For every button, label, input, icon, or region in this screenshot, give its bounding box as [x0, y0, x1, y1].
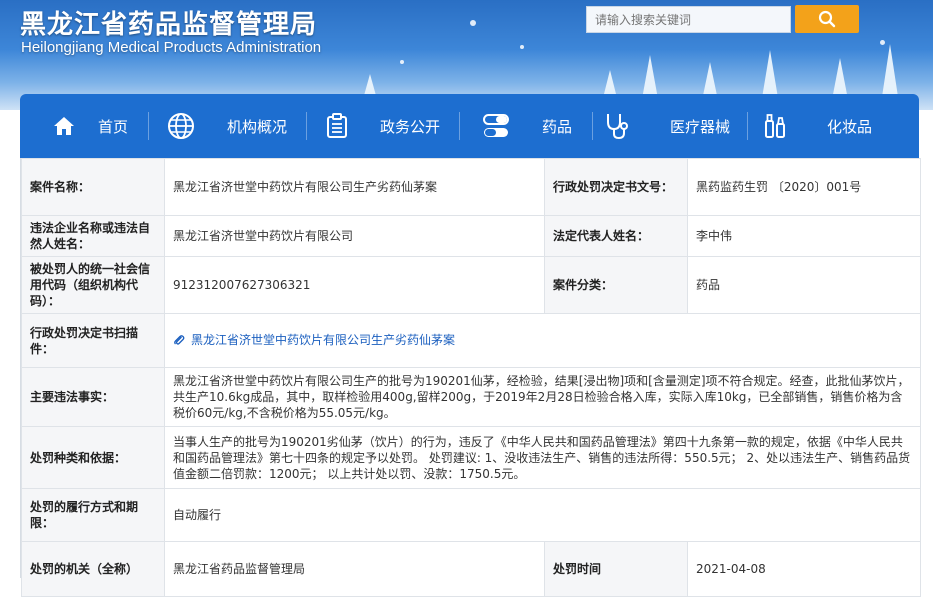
cosmetics-icon: [763, 113, 787, 139]
penalty-time-value: 2021-04-08: [687, 541, 921, 597]
search-icon: [818, 10, 836, 28]
decision-number-value: 黑药监药生罚 〔2020〕001号: [687, 158, 921, 216]
scan-attachment-link[interactable]: 黑龙江省济世堂中药饮片有限公司生产劣药仙茅案: [173, 332, 455, 348]
case-category-value: 药品: [687, 256, 921, 314]
stethoscope-icon: [604, 112, 630, 140]
nav-item-cosmetics[interactable]: 化妆品: [763, 94, 872, 158]
capsule-icon: [482, 113, 510, 139]
snow-decoration: [470, 20, 476, 26]
clipboard-icon: [326, 113, 348, 139]
table-row: 案件名称： 黑龙江省济世堂中药饮片有限公司生产劣药仙茅案 行政处罚决定书文号： …: [21, 158, 921, 216]
case-category-label: 案件分类：: [544, 256, 688, 314]
table-row: 处罚的履行方式和期限： 自动履行: [21, 488, 921, 542]
nav-divider: [747, 112, 748, 140]
case-detail-table: 案件名称： 黑龙江省济世堂中药饮片有限公司生产劣药仙茅案 行政处罚决定书文号： …: [21, 158, 921, 597]
penalty-authority-value: 黑龙江省药品监督管理局: [164, 541, 545, 597]
nav-divider: [592, 112, 593, 140]
penalty-time-label: 处罚时间: [544, 541, 688, 597]
nav-item-medical-devices[interactable]: 医疗器械: [604, 94, 730, 158]
main-nav: 首页 机构概况 政务公开 药品 医疗器械 化妆品: [20, 94, 919, 158]
nav-label: 首页: [98, 117, 129, 136]
nav-item-home[interactable]: 首页: [52, 94, 128, 158]
credit-code-value: 912312007627306321: [164, 256, 545, 314]
site-subtitle: Heilongjiang Medical Products Administra…: [21, 39, 322, 56]
violation-facts-value: 黑龙江省济世堂中药饮片有限公司生产的批号为190201仙茅，经检验，结果[浸出物…: [164, 367, 921, 427]
table-row: 处罚种类和依据： 当事人生产的批号为190201劣仙茅（饮片）的行为，违反了《中…: [21, 426, 921, 489]
execution-method-value: 自动履行: [164, 488, 921, 542]
snow-decoration: [400, 60, 404, 64]
case-name-value: 黑龙江省济世堂中药饮片有限公司生产劣药仙茅案: [164, 158, 545, 216]
penalty-basis-label: 处罚种类和依据：: [21, 426, 165, 489]
scan-attachment-text: 黑龙江省济世堂中药饮片有限公司生产劣药仙茅案: [191, 332, 456, 347]
globe-icon: [167, 112, 195, 140]
table-row: 处罚的机关（全称） 黑龙江省药品监督管理局 处罚时间 2021-04-08: [21, 541, 921, 597]
paperclip-icon: [174, 334, 185, 345]
nav-item-government-affairs[interactable]: 政务公开: [326, 94, 440, 158]
nav-label: 机构概况: [227, 117, 288, 136]
case-detail-panel: 案件名称： 黑龙江省济世堂中药饮片有限公司生产劣药仙茅案 行政处罚决定书文号： …: [20, 158, 921, 597]
scan-attachment-label: 行政处罚决定书扫描件：: [21, 313, 165, 368]
nav-item-drugs[interactable]: 药品: [482, 94, 572, 158]
legal-rep-label: 法定代表人姓名：: [544, 215, 688, 257]
nav-divider: [459, 112, 460, 140]
table-row: 主要违法事实： 黑龙江省济世堂中药饮片有限公司生产的批号为190201仙茅，经检…: [21, 367, 921, 427]
home-icon: [52, 115, 76, 137]
nav-label: 政务公开: [380, 117, 441, 136]
execution-method-label: 处罚的履行方式和期限：: [21, 488, 165, 542]
credit-code-label: 被处罚人的统一社会信用代码（组织机构代码）：: [21, 256, 165, 314]
site-title: 黑龙江省药品监督管理局: [20, 10, 318, 40]
case-name-label: 案件名称：: [21, 158, 165, 216]
violation-facts-label: 主要违法事实：: [21, 367, 165, 427]
search-input[interactable]: [586, 6, 791, 33]
table-row: 违法企业名称或违法自然人姓名： 黑龙江省济世堂中药饮片有限公司 法定代表人姓名：…: [21, 215, 921, 257]
nav-divider: [306, 112, 307, 140]
company-value: 黑龙江省济世堂中药饮片有限公司: [164, 215, 545, 257]
search-button[interactable]: [795, 5, 859, 33]
nav-label: 药品: [542, 117, 573, 136]
legal-rep-value: 李中伟: [687, 215, 921, 257]
table-row: 被处罚人的统一社会信用代码（组织机构代码）： 91231200762730632…: [21, 256, 921, 314]
decision-number-label: 行政处罚决定书文号：: [544, 158, 688, 216]
table-row: 行政处罚决定书扫描件： 黑龙江省济世堂中药饮片有限公司生产劣药仙茅案: [21, 313, 921, 368]
penalty-basis-value: 当事人生产的批号为190201劣仙茅（饮片）的行为，违反了《中华人民共和国药品管…: [164, 426, 921, 489]
penalty-authority-label: 处罚的机关（全称）: [21, 541, 165, 597]
snow-decoration: [520, 45, 524, 49]
nav-divider: [148, 112, 149, 140]
scan-attachment-cell: 黑龙江省济世堂中药饮片有限公司生产劣药仙茅案: [164, 313, 921, 368]
company-label: 违法企业名称或违法自然人姓名：: [21, 215, 165, 257]
nav-label: 医疗器械: [670, 117, 731, 136]
nav-label: 化妆品: [827, 117, 873, 136]
nav-item-organization[interactable]: 机构概况: [167, 94, 287, 158]
